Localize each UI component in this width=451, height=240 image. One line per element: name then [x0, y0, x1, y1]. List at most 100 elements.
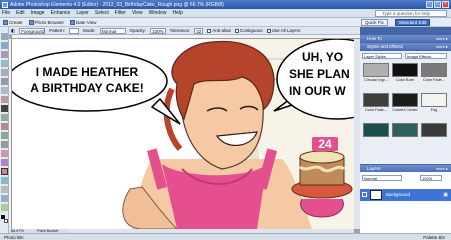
date-view-button[interactable]: Date View	[70, 19, 97, 25]
style-swatch[interactable]	[392, 123, 418, 137]
menu-enhance[interactable]: Enhance	[51, 10, 71, 16]
style-swatch[interactable]	[421, 93, 447, 107]
all-layers-label: Use All Layers	[271, 28, 301, 33]
menu-window[interactable]: Window	[149, 10, 167, 16]
lock-icon: ▣	[443, 192, 448, 198]
menu-view[interactable]: View	[132, 10, 143, 16]
style-swatch[interactable]	[363, 93, 389, 107]
menu-help[interactable]: Help	[172, 10, 182, 16]
sponge-tool-icon[interactable]	[1, 204, 8, 211]
style-swatch-label: Circular Ingr...	[364, 78, 388, 82]
style-swatch-label: Fog	[430, 108, 438, 112]
how-to-panel-header[interactable]: How To more ▸	[360, 35, 451, 42]
magic-wand-tool-icon[interactable]	[1, 87, 8, 94]
eyedropper-tool-icon[interactable]	[1, 60, 8, 67]
title-bar: Adobe Photoshop Elements 4.0 (Editor) - …	[0, 0, 451, 9]
contiguous-check-icon	[234, 28, 239, 33]
bottom-bar: Photo Bin Palette Bin	[0, 233, 451, 240]
create-button[interactable]: Create	[3, 19, 23, 25]
maximize-icon[interactable]: □	[434, 1, 441, 8]
style-swatch-label: Colorful Center	[392, 108, 418, 112]
calendar-icon	[70, 19, 76, 25]
layers-panel: Normal 100% Background ▣	[360, 172, 451, 233]
shape-tool-icon[interactable]	[1, 186, 8, 193]
palette-bin: How To more ▸ Styles and Effects more ▸ La…	[360, 27, 451, 233]
menu-layer[interactable]: Layer	[76, 10, 89, 16]
eraser-tool-icon[interactable]	[1, 150, 8, 157]
menu-select[interactable]: Select	[95, 10, 109, 16]
layers-panel-header[interactable]: Layers more ▸	[360, 165, 451, 172]
toolbox	[0, 27, 9, 233]
red-eye-tool-icon[interactable]	[1, 123, 8, 130]
zoom-tool-icon[interactable]	[1, 42, 8, 49]
layers-more-button[interactable]: more ▸	[436, 165, 448, 172]
tolerance-field[interactable]: 32	[194, 27, 204, 34]
move-tool-icon[interactable]	[1, 33, 8, 40]
window-title: Adobe Photoshop Elements 4.0 (Editor) - …	[10, 1, 224, 8]
antialias-check-icon	[207, 28, 212, 33]
clone-stamp-icon[interactable]	[1, 141, 8, 148]
menu-file[interactable]: File	[2, 10, 10, 16]
layer-opacity-field[interactable]: 100%	[420, 175, 442, 181]
style-swatch-label: Color Fade...	[365, 108, 387, 112]
styles-effects-panel-header[interactable]: Styles and Effects more ▸	[360, 43, 451, 50]
paint-bucket-tool-icon[interactable]	[1, 168, 8, 175]
help-search-input[interactable]: Type a question for help	[375, 10, 447, 17]
create-label: Create	[9, 19, 23, 25]
image-canvas[interactable]: 24 I MADE HEATHER A BIRTHDAY CAKE! UH, Y…	[12, 39, 354, 229]
style-swatch[interactable]	[421, 63, 447, 77]
brush-tool-icon[interactable]	[1, 159, 8, 166]
blur-tool-icon[interactable]	[1, 195, 8, 202]
background-color-swatch[interactable]	[4, 219, 8, 223]
layer-styles-dropdown[interactable]: Layer Styles	[362, 53, 402, 59]
blend-mode-select[interactable]: Normal	[362, 175, 402, 181]
opacity-field[interactable]: 100%	[150, 27, 166, 34]
photo-bin-toggle[interactable]: Photo Bin	[4, 235, 24, 240]
how-to-more-button[interactable]: more ▸	[436, 35, 448, 42]
speech-right-line2: SHE PLAN	[289, 67, 350, 81]
healing-brush-icon[interactable]	[1, 132, 8, 139]
layer-name: Background	[386, 192, 411, 197]
fill-source-select[interactable]: Foreground	[19, 27, 46, 34]
hand-tool-icon[interactable]	[1, 51, 8, 58]
styles-more-button[interactable]: more ▸	[436, 43, 448, 50]
all-layers-check-icon	[266, 28, 271, 33]
photo-browser-button[interactable]: Photo Browser	[28, 19, 65, 25]
menu-image[interactable]: Image	[31, 10, 45, 16]
antialias-label: Anti-alias	[212, 28, 231, 33]
photoshop-elements-window: Adobe Photoshop Elements 4.0 (Editor) - …	[0, 0, 451, 240]
lasso-tool-icon[interactable]	[1, 78, 8, 85]
style-swatch[interactable]	[363, 63, 389, 77]
menu-edit[interactable]: Edit	[16, 10, 25, 16]
contiguous-label: Contiguous	[239, 28, 263, 33]
styles-effects-title: Styles and Effects	[367, 44, 403, 49]
style-swatch-label: Color Fade...	[423, 78, 445, 82]
photo-browser-label: Photo Browser	[34, 19, 65, 25]
candle-number: 24	[318, 137, 332, 151]
contiguous-checkbox[interactable]: Contiguous	[234, 28, 263, 33]
close-icon[interactable]: ×	[442, 1, 449, 8]
mode-select[interactable]: Normal	[99, 27, 126, 34]
marquee-tool-icon[interactable]	[1, 69, 8, 76]
palette-bin-toggle[interactable]: Palette Bin	[423, 235, 445, 240]
style-swatch[interactable]	[392, 63, 418, 77]
standard-edit-button[interactable]: Standard Edit	[395, 19, 431, 26]
style-swatch[interactable]	[363, 123, 389, 137]
crop-tool-icon[interactable]	[1, 114, 8, 121]
style-swatch[interactable]	[392, 93, 418, 107]
antialias-checkbox[interactable]: Anti-alias	[207, 28, 231, 33]
quick-fix-button[interactable]: Quick Fix	[361, 19, 388, 26]
tolerance-label: Tolerance:	[169, 28, 191, 33]
pattern-picker[interactable]	[69, 27, 80, 34]
gradient-tool-icon[interactable]	[1, 177, 8, 184]
type-tool-icon[interactable]	[1, 105, 8, 112]
date-view-label: Date View	[76, 19, 97, 25]
minimize-icon[interactable]: –	[426, 1, 433, 8]
image-effects-dropdown[interactable]: Image Effects	[405, 53, 447, 59]
selection-brush-icon[interactable]	[1, 96, 8, 103]
style-swatch[interactable]	[421, 123, 447, 137]
menu-filter[interactable]: Filter	[115, 10, 126, 16]
layer-row-background[interactable]: Background ▣	[360, 189, 451, 201]
eye-icon[interactable]	[362, 192, 367, 197]
all-layers-checkbox[interactable]: Use All Layers	[266, 28, 301, 33]
